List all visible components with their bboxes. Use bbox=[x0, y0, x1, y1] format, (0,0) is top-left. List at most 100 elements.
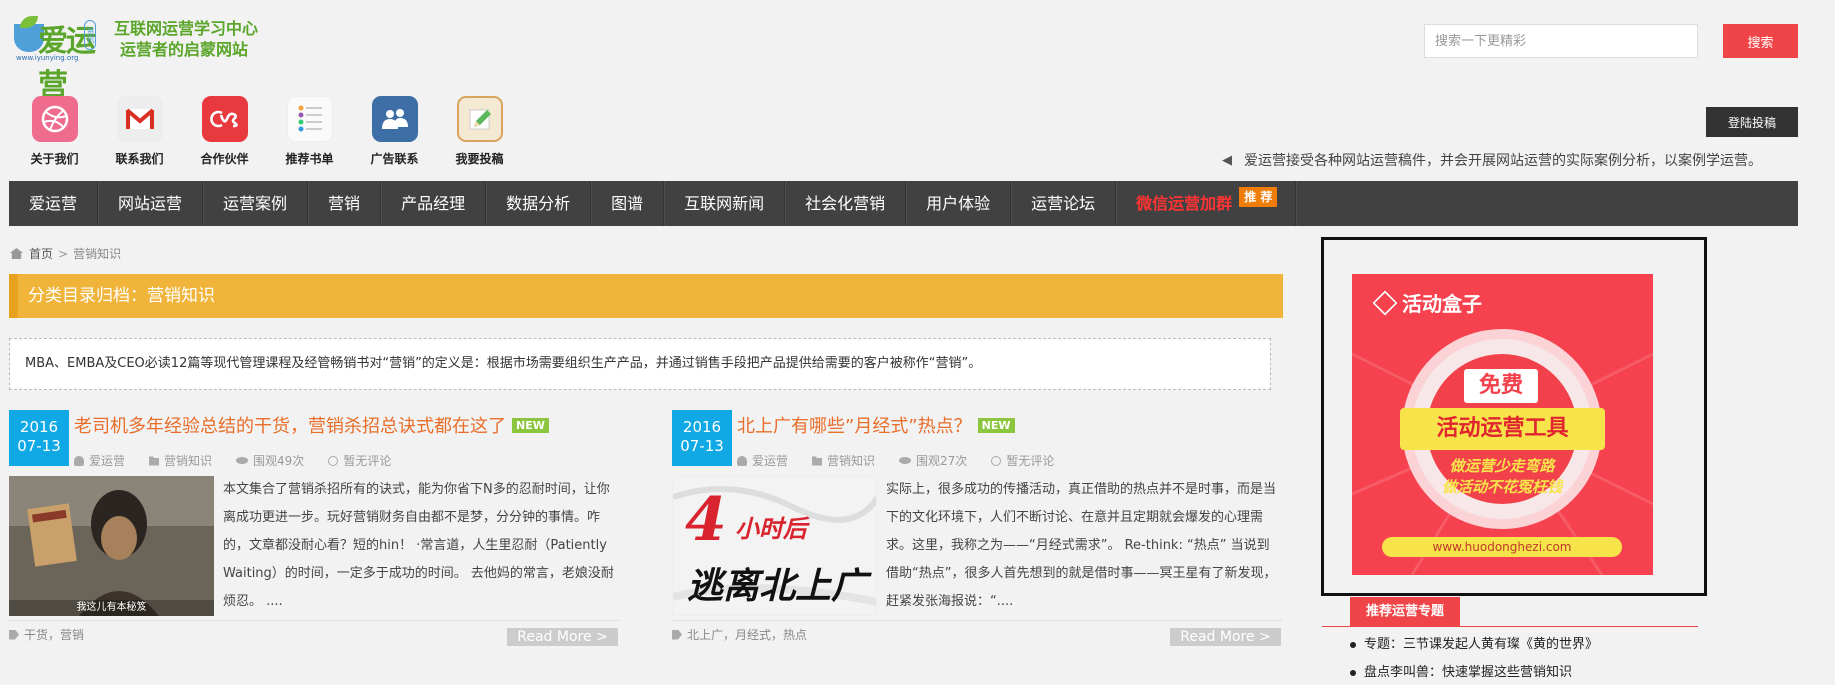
new-badge: NEW bbox=[512, 417, 549, 433]
post-author[interactable]: 爱运营 bbox=[737, 452, 788, 469]
nav-special-label: 微信运营加群 bbox=[1136, 194, 1233, 213]
post-views: 围观49次 bbox=[236, 452, 304, 469]
post-tags: 北上广，月经式，热点 bbox=[672, 626, 807, 643]
eye-icon bbox=[236, 457, 249, 464]
nav-item-home[interactable]: 爱运营 bbox=[9, 181, 99, 226]
post-tags-text[interactable]: 北上广，月经式，热点 bbox=[687, 626, 807, 643]
nav-item-site-ops[interactable]: 网站运营 bbox=[98, 181, 204, 226]
user-icon bbox=[74, 455, 84, 466]
nav-item-news[interactable]: 互联网新闻 bbox=[664, 181, 786, 226]
notice-text: 爱运营接受各种网站运营稿件，并会开展网站运营的实际案例分析，以案例学运营。 bbox=[1244, 153, 1762, 169]
post-excerpt: 本文集合了营销杀招所有的诀式，能为你省下N多的忍耐时间，让你离成功更进一步。玩好… bbox=[223, 482, 614, 609]
post-tags-text[interactable]: 干货，营销 bbox=[24, 626, 84, 643]
post-title[interactable]: 北上广有哪些”月经式”热点？ NEW bbox=[737, 412, 1015, 438]
nav-item-data[interactable]: 数据分析 bbox=[486, 181, 592, 226]
recommended-topics-list: 专题：三节课发起人黄有璨《黄的世界》 盘点李叫兽：快速掌握这些营销知识 bbox=[1350, 631, 1598, 685]
site-notice: ◀ 爱运营接受各种网站运营稿件，并会开展网站运营的实际案例分析，以案例学运营。 bbox=[1222, 150, 1762, 170]
post-excerpt: 实际上，很多成功的传播活动，真正借助的热点并不是时事，而是当下的文化环境下，人们… bbox=[886, 482, 1277, 609]
quick-link-contact[interactable]: 联系我们 bbox=[97, 96, 182, 167]
post-thumbnail[interactable]: 我这儿有本秘笈 bbox=[9, 476, 214, 616]
main-nav: 爱运营 网站运营 运营案例 营销 产品经理 数据分析 图谱 互联网新闻 社会化营… bbox=[9, 181, 1798, 226]
slogan-line-2: 运营者的启蒙网站 bbox=[120, 40, 249, 59]
topic-link[interactable]: 盘点李叫兽：快速掌握这些营销知识 bbox=[1350, 659, 1598, 685]
folder-icon bbox=[149, 456, 160, 466]
post-comments[interactable]: 暂无评论 bbox=[991, 452, 1054, 469]
thumb-subtitle: 小时后 bbox=[735, 515, 807, 543]
folder-icon bbox=[812, 456, 823, 466]
post-date: 2016 07-13 bbox=[672, 410, 732, 466]
quick-link-partners[interactable]: 合作伙伴 bbox=[182, 96, 267, 167]
ad-url: www.huodonghezi.com bbox=[1382, 537, 1622, 557]
quick-link-submit[interactable]: 我要投稿 bbox=[437, 96, 522, 167]
comment-icon bbox=[991, 455, 1002, 466]
new-badge: NEW bbox=[977, 417, 1015, 433]
login-submit-button[interactable]: 登陆投稿 bbox=[1706, 107, 1798, 137]
post-title-text[interactable]: 老司机多年经验总结的干货，营销杀招总诀式都在这了 bbox=[74, 412, 506, 438]
post-day: 07-13 bbox=[680, 437, 724, 455]
nav-item-ux[interactable]: 用户体验 bbox=[906, 181, 1012, 226]
recommended-topics-divider bbox=[1322, 626, 1698, 627]
thumb-number: 4 bbox=[685, 485, 727, 555]
post-author[interactable]: 爱运营 bbox=[74, 452, 125, 469]
site-slogan: 互联网运营学习中心 运营者的启蒙网站 bbox=[114, 18, 258, 60]
category-title: 分类目录归档：营销知识 bbox=[9, 274, 1283, 318]
quick-link-booklist[interactable]: 推荐书单 bbox=[267, 96, 352, 167]
list-icon bbox=[286, 96, 333, 142]
search-button[interactable]: 搜索 bbox=[1723, 24, 1798, 58]
nav-item-wechat-group[interactable]: 微信运营加群 推 荐 bbox=[1116, 181, 1297, 226]
post-category[interactable]: 营销知识 bbox=[812, 452, 875, 469]
gmail-icon bbox=[116, 96, 163, 142]
users-icon bbox=[371, 96, 418, 142]
breadcrumb-home-link[interactable]: 首页 bbox=[29, 245, 53, 262]
post-divider bbox=[672, 620, 1282, 621]
quick-link-about[interactable]: 关于我们 bbox=[12, 96, 97, 167]
recommended-topics-title: 推荐运营专题 bbox=[1350, 597, 1461, 627]
post-year: 2016 bbox=[19, 418, 59, 436]
nav-item-pm[interactable]: 产品经理 bbox=[381, 181, 487, 226]
quick-link-label: 关于我们 bbox=[30, 152, 79, 166]
page: 爱运营 资讯 www.iyunying.org 互联网运营学习中心 运营者的启蒙… bbox=[0, 0, 1835, 685]
pencil-icon bbox=[456, 96, 503, 142]
post-year: 2016 bbox=[682, 418, 722, 436]
nav-item-graph[interactable]: 图谱 bbox=[591, 181, 665, 226]
read-more-button[interactable]: Read More > bbox=[507, 628, 618, 646]
post-category[interactable]: 营销知识 bbox=[149, 452, 212, 469]
ad-main-label: 活动运营工具 bbox=[1400, 408, 1605, 450]
post-date: 2016 07-13 bbox=[9, 410, 69, 466]
comment-icon bbox=[328, 455, 339, 466]
quick-links: 关于我们 联系我们 合作伙伴 推荐书单 广告联系 我要投稿 bbox=[12, 96, 522, 167]
slogan-line-1: 互联网运营学习中心 bbox=[114, 19, 259, 38]
ad-free-label: 免费 bbox=[1464, 369, 1538, 403]
quick-link-label: 合作伙伴 bbox=[200, 152, 249, 166]
post-title-text[interactable]: 北上广有哪些”月经式”热点？ bbox=[737, 412, 972, 438]
dribbble-icon bbox=[31, 96, 78, 142]
search-input[interactable] bbox=[1424, 24, 1698, 58]
thumb-caption: 我这儿有本秘笈 bbox=[76, 602, 147, 613]
tag-icon bbox=[9, 629, 19, 640]
nav-item-forum[interactable]: 运营论坛 bbox=[1011, 181, 1117, 226]
box-icon bbox=[1372, 290, 1398, 315]
logo-mark: 爱运营 资讯 www.iyunying.org bbox=[12, 14, 96, 103]
nav-item-social[interactable]: 社会化营销 bbox=[785, 181, 907, 226]
breadcrumb-current: 营销知识 bbox=[73, 247, 122, 261]
user-icon bbox=[737, 455, 747, 466]
post-divider bbox=[9, 620, 619, 621]
topic-link[interactable]: 专题：三节课发起人黄有璨《黄的世界》 bbox=[1350, 631, 1598, 659]
post-title[interactable]: 老司机多年经验总结的干货，营销杀招总诀式都在这了 NEW bbox=[74, 412, 549, 438]
nav-item-cases[interactable]: 运营案例 bbox=[203, 181, 309, 226]
logo-url: www.iyunying.org bbox=[16, 54, 79, 62]
ad-brand: 活动盒子 bbox=[1372, 288, 1482, 317]
read-more-button[interactable]: Read More > bbox=[1170, 628, 1281, 646]
recommend-badge: 推 荐 bbox=[1239, 187, 1278, 207]
post-comments[interactable]: 暂无评论 bbox=[328, 452, 391, 469]
post-thumbnail[interactable]: 4 小时后 逃离北上广 bbox=[672, 476, 877, 616]
site-logo[interactable]: 爱运营 资讯 www.iyunying.org 互联网运营学习中心 运营者的启蒙… bbox=[12, 14, 272, 103]
quick-link-ads[interactable]: 广告联系 bbox=[352, 96, 437, 167]
lastfm-icon bbox=[201, 96, 248, 142]
breadcrumb: 首页 > 营销知识 bbox=[10, 245, 121, 262]
eye-icon bbox=[899, 457, 912, 464]
post-day: 07-13 bbox=[17, 437, 61, 455]
sidebar-ad-banner[interactable]: 活动盒子 免费 活动运营工具 做运营少走弯路 做活动不花冤枉钱 www.huod… bbox=[1352, 274, 1653, 575]
breadcrumb-separator: > bbox=[58, 246, 69, 261]
nav-item-marketing[interactable]: 营销 bbox=[308, 181, 382, 226]
